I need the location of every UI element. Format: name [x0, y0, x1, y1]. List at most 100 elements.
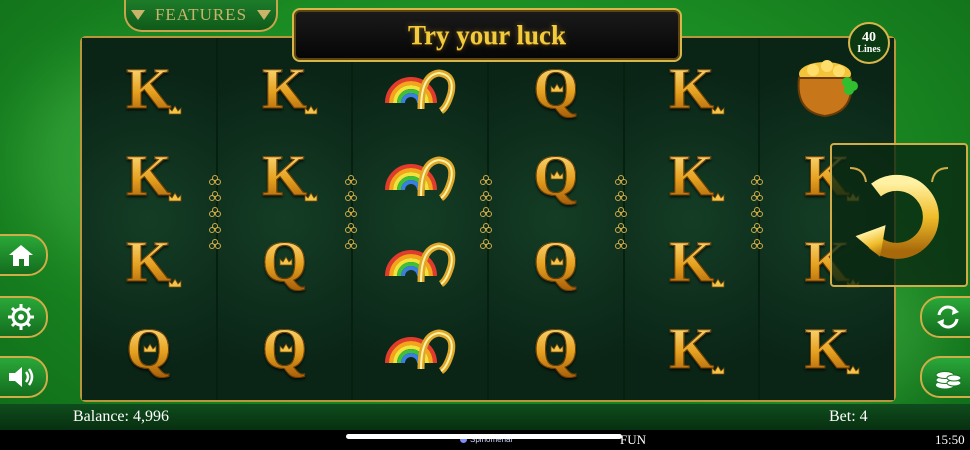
bet-button[interactable] — [920, 356, 970, 398]
reel-divider-ornament — [344, 175, 357, 251]
lines-label: Lines — [857, 44, 881, 55]
shamrock-icon — [480, 239, 492, 249]
crown-icon — [550, 169, 564, 180]
reel-5: KKKK — [624, 38, 761, 400]
symbol-q: Q — [501, 222, 611, 302]
pot-of-gold-icon — [797, 60, 859, 118]
home-indicator[interactable] — [346, 434, 622, 439]
lines-count: 40 — [862, 30, 876, 45]
symbol-q: Q — [94, 309, 204, 389]
crown-icon — [168, 278, 182, 288]
symbol-q: Q — [230, 222, 340, 302]
sound-button[interactable] — [0, 356, 48, 398]
symbol-letter: K — [261, 56, 308, 122]
crown-icon — [550, 256, 564, 266]
symbol-k: K — [637, 309, 747, 389]
mode-label: FUN — [620, 432, 647, 447]
shamrock-icon — [615, 207, 628, 217]
shamrock-icon — [480, 207, 492, 217]
symbol-letter: K — [668, 56, 715, 122]
rainbow-horseshoe-icon — [385, 242, 456, 288]
reel-2: KKQQ — [217, 38, 354, 400]
speaker-icon — [9, 367, 34, 387]
bet-label: Bet: 4 — [829, 408, 868, 425]
shamrock-icon — [344, 191, 357, 201]
symbol-k: K — [94, 49, 204, 129]
features-button[interactable]: FEATURES — [124, 0, 278, 32]
triangle-left-icon — [130, 10, 145, 20]
balance-label: Balance: 4,996 — [73, 408, 169, 425]
symbol-k: K — [230, 136, 340, 216]
shamrock-icon — [615, 239, 628, 249]
autoplay-icon — [937, 305, 959, 329]
shamrock-icon — [480, 191, 492, 201]
crown-icon — [846, 364, 860, 375]
symbol-letter: K — [126, 229, 172, 295]
shamrock-icon — [750, 175, 763, 185]
crown-icon — [168, 105, 182, 115]
crown-icon — [304, 105, 317, 115]
reel-divider-ornament — [615, 175, 628, 251]
symbol-q: Q — [501, 136, 611, 216]
shamrock-icon — [615, 191, 628, 201]
shamrock-icon — [209, 191, 222, 201]
gear-icon — [8, 304, 34, 330]
spin-icon — [849, 167, 949, 259]
coins-icon — [935, 371, 962, 389]
crown-icon — [279, 256, 292, 266]
settings-button[interactable] — [0, 296, 48, 338]
title-banner: Try your luck — [292, 8, 682, 62]
symbol-letter: K — [126, 142, 172, 208]
reel-divider-ornament — [480, 175, 492, 251]
crown-icon — [711, 364, 724, 375]
home-icon — [9, 245, 33, 266]
shamrock-icon — [480, 223, 492, 233]
crown-icon — [168, 191, 182, 202]
shamrock-icon — [615, 223, 628, 233]
symbol-k: K — [772, 309, 882, 389]
shamrock-icon — [209, 175, 222, 185]
shamrock-icon — [480, 175, 492, 185]
system-bar: Spinomenal FUN 15:50 — [0, 430, 970, 450]
symbol-k: K — [94, 136, 204, 216]
symbol-letter: K — [668, 142, 715, 208]
symbol-rainbow-horseshoe — [365, 136, 475, 216]
shamrock-icon — [615, 175, 628, 185]
shamrock-icon — [344, 239, 357, 249]
symbol-rainbow-horseshoe — [365, 309, 475, 389]
spin-button[interactable] — [830, 143, 968, 287]
reel-1: KKKQ — [82, 38, 218, 400]
reel-3 — [353, 38, 490, 400]
shamrock-icon — [344, 223, 357, 233]
clock: 15:50 — [935, 432, 965, 447]
home-button[interactable] — [0, 234, 48, 276]
shamrock-icon — [750, 223, 763, 233]
info-bar: Balance: 4,996 Bet: 4 — [0, 404, 970, 430]
crown-icon — [711, 105, 724, 115]
shamrock-icon — [209, 207, 222, 217]
symbol-letter: K — [804, 315, 850, 381]
triangle-right-icon — [257, 10, 272, 20]
crown-icon — [711, 191, 724, 202]
reel-divider-ornament — [209, 175, 222, 251]
symbol-k: K — [94, 222, 204, 302]
symbol-rainbow-horseshoe — [365, 222, 475, 302]
crown-icon — [279, 342, 292, 353]
title-text: Try your luck — [407, 19, 567, 50]
symbol-letter: K — [668, 315, 715, 381]
shamrock-icon — [344, 175, 357, 185]
autoplay-button[interactable] — [920, 296, 970, 338]
rainbow-horseshoe-icon — [385, 156, 456, 201]
reel-divider-ornament — [750, 175, 763, 251]
crown-icon — [143, 342, 157, 353]
crown-icon — [550, 342, 564, 353]
shamrock-icon — [750, 207, 763, 217]
shamrock-icon — [209, 239, 222, 249]
rainbow-horseshoe-icon — [385, 329, 456, 374]
crown-icon — [304, 191, 317, 202]
crown-icon — [711, 278, 724, 288]
shamrock-icon — [750, 239, 763, 249]
symbol-letter: K — [668, 229, 715, 295]
shamrock-icon — [750, 191, 763, 201]
symbol-q: Q — [501, 309, 611, 389]
